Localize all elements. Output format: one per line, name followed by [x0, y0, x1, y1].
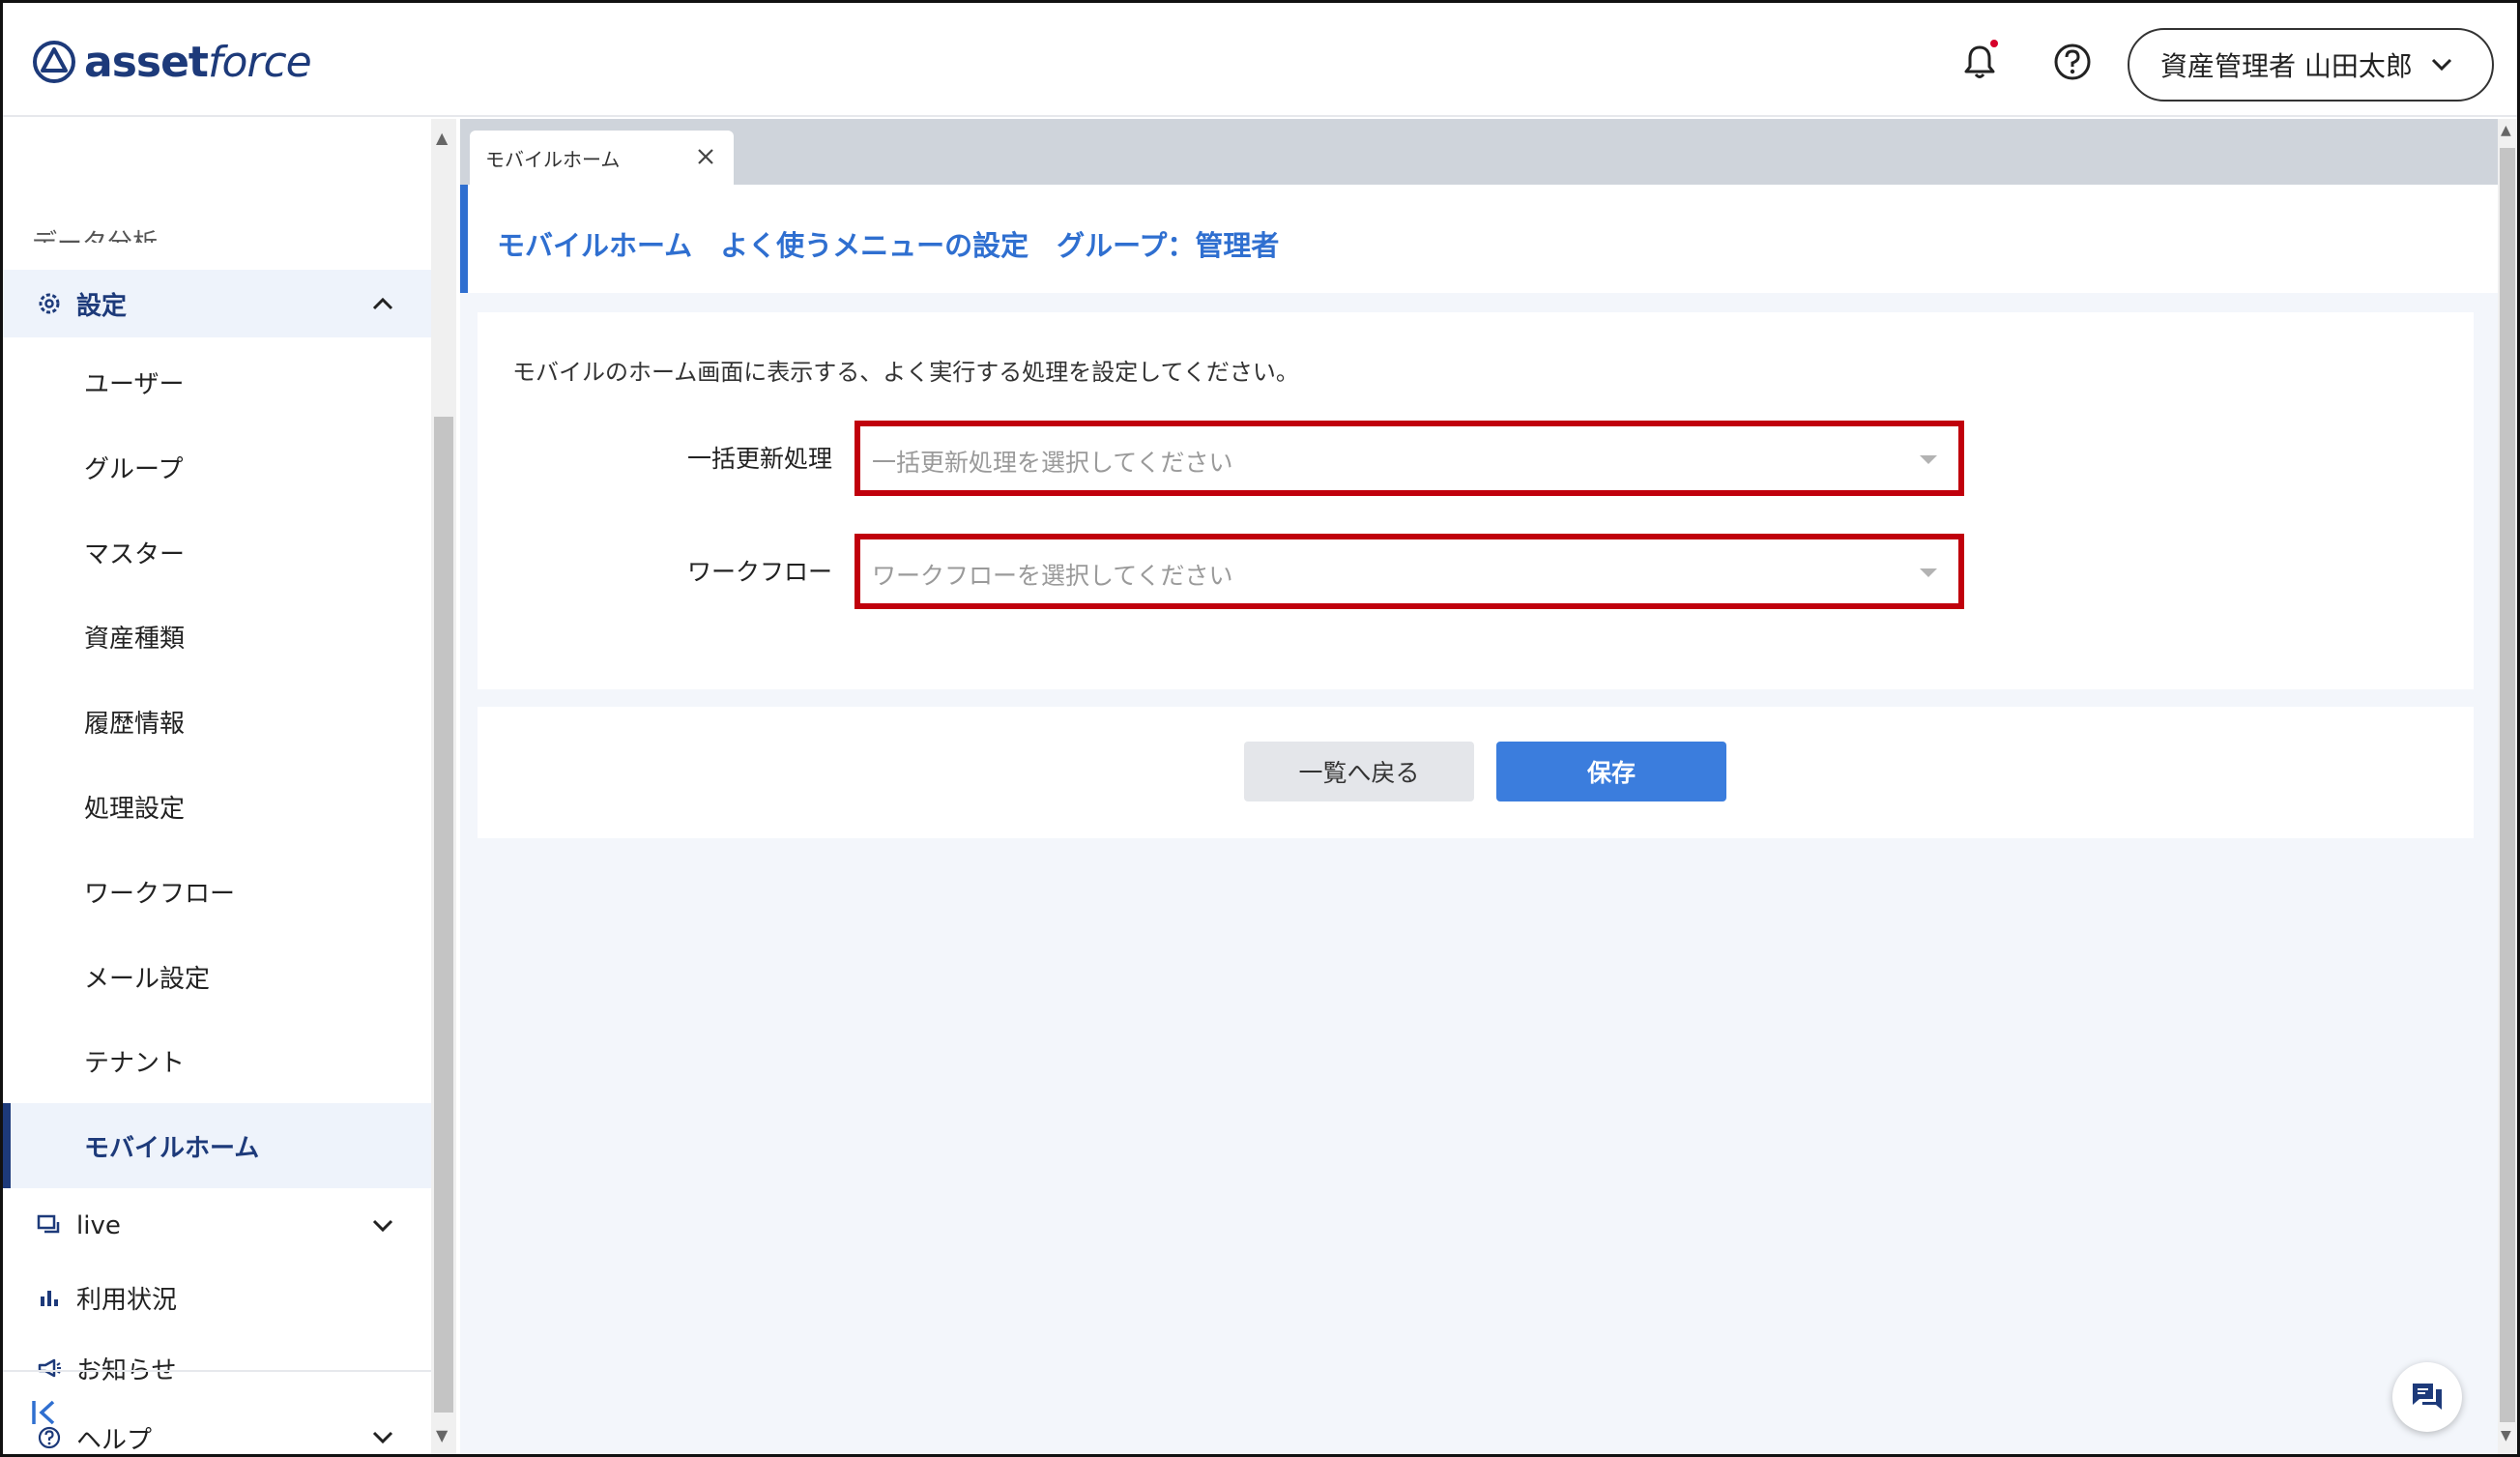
- app-window: assetforce 資産管理者 山田太郎 データ分析: [0, 0, 2520, 1457]
- collapse-sidebar-icon[interactable]: [30, 1395, 69, 1430]
- chevron-down-icon: [2431, 58, 2451, 72]
- sidebar-scroll-thumb[interactable]: [434, 417, 453, 1413]
- sidebar-item-label: お知らせ: [76, 1355, 177, 1385]
- gear-icon: [34, 288, 65, 319]
- sidebar-divider: [3, 1370, 431, 1372]
- chat-icon: [34, 1210, 65, 1241]
- sidebar: データ分析 設定 ユーザー グループ マスター 資産種類 履歴情報 処理設定 ワ…: [3, 119, 431, 1454]
- help-circle-icon[interactable]: [2048, 38, 2097, 86]
- scroll-down-arrow-icon[interactable]: ▼: [2501, 1428, 2511, 1443]
- bulk-update-placeholder: 一括更新処理を選択してください: [872, 449, 1233, 477]
- sidebar-item-workflow[interactable]: ワークフロー: [3, 849, 431, 934]
- workflow-placeholder: ワークフローを選択してください: [872, 562, 1233, 590]
- user-name-label: 資産管理者 山田太郎: [2160, 50, 2413, 82]
- chat-icon: [2413, 1384, 2442, 1410]
- sidebar-item-history[interactable]: 履歴情報: [3, 679, 431, 764]
- page-title-bar: モバイルホーム よく使うメニューの設定 グループ：管理者: [460, 185, 2498, 293]
- settings-form-card: モバイルのホーム画面に表示する、よく実行する処理を設定してください。 一括更新処…: [478, 312, 2474, 689]
- user-menu-button[interactable]: 資産管理者 山田太郎: [2128, 28, 2494, 102]
- sidebar-item-users[interactable]: ユーザー: [3, 339, 431, 424]
- sidebar-item-tenant[interactable]: テナント: [3, 1018, 431, 1103]
- bulk-update-row: 一括更新処理 一括更新処理を選択してください: [478, 421, 2474, 496]
- sidebar-group-label: ヘルプ: [76, 1425, 153, 1455]
- bulk-update-select[interactable]: 一括更新処理を選択してください: [854, 421, 1964, 496]
- scroll-up-arrow-icon[interactable]: ▲: [436, 129, 448, 147]
- notification-dot: [1990, 40, 1998, 47]
- form-description: モバイルのホーム画面に表示する、よく実行する処理を設定してください。: [512, 359, 1299, 386]
- chevron-up-icon: [368, 289, 397, 318]
- tab-label: モバイルホーム: [485, 147, 621, 171]
- sidebar-item-master[interactable]: マスター: [3, 510, 431, 595]
- megaphone-icon: [34, 1353, 65, 1384]
- chevron-down-icon: [368, 1211, 397, 1240]
- save-button[interactable]: 保存: [1496, 742, 1726, 801]
- sidebar-item-mail-settings[interactable]: メール設定: [3, 934, 431, 1019]
- asset-force-logo[interactable]: assetforce: [32, 37, 312, 87]
- logo-text: assetforce: [84, 37, 312, 87]
- back-to-list-button[interactable]: 一覧へ戻る: [1244, 742, 1474, 801]
- bar-chart-icon: [34, 1282, 65, 1313]
- workflow-row: ワークフロー ワークフローを選択してください: [478, 534, 2474, 609]
- main-content: モバイルホーム よく使うメニューの設定 グループ：管理者 モバイルのホーム画面に…: [460, 185, 2498, 1454]
- sidebar-item-process-settings[interactable]: 処理設定: [3, 764, 431, 849]
- main-scroll-thumb[interactable]: [2500, 148, 2515, 1422]
- dropdown-arrow-icon: [1920, 568, 1937, 577]
- sidebar-group-settings[interactable]: 設定: [3, 270, 431, 337]
- tab-mobile-home[interactable]: モバイルホーム: [470, 131, 734, 185]
- sidebar-item-usage[interactable]: 利用状況: [3, 1273, 431, 1322]
- sidebar-item-mobile-home[interactable]: モバイルホーム: [3, 1103, 431, 1188]
- logo-mark-icon: [33, 41, 75, 83]
- sidebar-group-live[interactable]: live: [3, 1202, 431, 1250]
- sidebar-item-groups[interactable]: グループ: [3, 424, 431, 510]
- notification-bell-icon[interactable]: [1955, 38, 2004, 86]
- workflow-select[interactable]: ワークフローを選択してください: [854, 534, 1964, 609]
- action-buttons-card: 一覧へ戻る 保存: [478, 707, 2474, 838]
- page-title: モバイルホーム よく使うメニューの設定 グループ：管理者: [497, 229, 1280, 262]
- sidebar-item-partial[interactable]: データ分析: [32, 223, 158, 243]
- chat-support-button[interactable]: [2392, 1362, 2462, 1432]
- tab-bar: モバイルホーム: [460, 119, 2498, 185]
- sidebar-item-label: 利用状況: [76, 1285, 178, 1315]
- sidebar-group-label: live: [76, 1211, 121, 1240]
- dropdown-arrow-icon: [1920, 455, 1937, 464]
- top-header: assetforce 資産管理者 山田太郎: [3, 3, 2517, 117]
- chevron-down-icon: [368, 1423, 397, 1452]
- scroll-down-arrow-icon[interactable]: ▼: [436, 1426, 448, 1444]
- sidebar-item-news[interactable]: お知らせ: [3, 1344, 431, 1392]
- close-icon[interactable]: [691, 142, 720, 171]
- sidebar-item-asset-types[interactable]: 資産種類: [3, 594, 431, 679]
- bulk-update-label: 一括更新処理: [686, 445, 832, 473]
- sidebar-group-label: 設定: [76, 291, 128, 321]
- workflow-label: ワークフロー: [686, 558, 832, 586]
- scroll-up-arrow-icon[interactable]: ▲: [2501, 123, 2511, 138]
